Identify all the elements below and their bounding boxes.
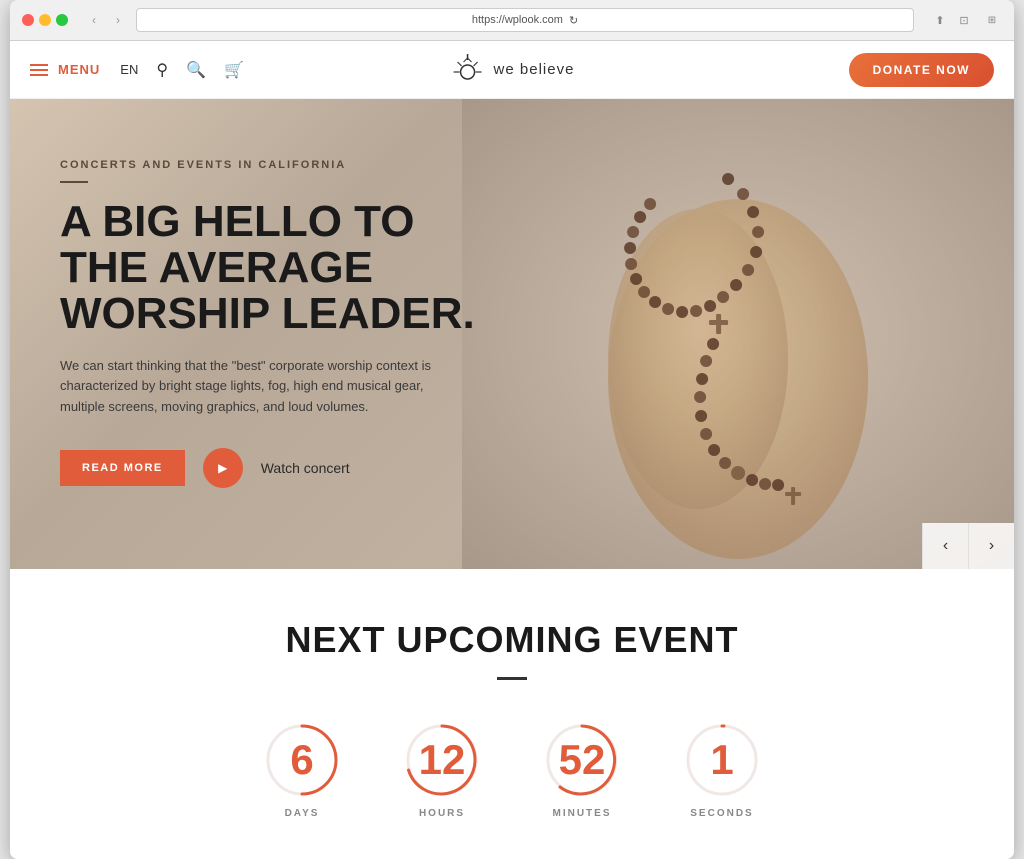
hero-title-line2: THE AVERAGE: [60, 243, 373, 292]
days-ring: 6: [262, 720, 342, 800]
hero-section: CONCERTS AND EVENTS IN CALIFORNIA A BIG …: [10, 99, 1014, 569]
days-value: 6: [290, 739, 313, 781]
hours-value: 12: [419, 739, 466, 781]
hero-divider: [60, 181, 88, 183]
browser-window: ‹ › https://wplook.com ↻ ⬆ ⊡ ⊞ MENU EN ⚲: [10, 0, 1014, 859]
hours-ring: 12: [402, 720, 482, 800]
minutes-label: MINUTES: [553, 808, 612, 819]
seconds-value: 1: [710, 739, 733, 781]
hours-label: HOURS: [419, 808, 465, 819]
countdown: 6 DAYS 12 HOURS: [30, 720, 994, 819]
countdown-minutes: 52 MINUTES: [542, 720, 622, 819]
nav-icons: EN ⚲ 🔍 🛒: [120, 60, 244, 80]
close-button[interactable]: [22, 14, 34, 26]
menu-area: MENU: [30, 62, 100, 77]
hero-subtitle: CONCERTS AND EVENTS IN CALIFORNIA: [60, 159, 530, 171]
url-text: https://wplook.com: [472, 14, 563, 26]
logo-text: we believe: [494, 61, 575, 78]
prev-slide-button[interactable]: ‹: [922, 523, 968, 569]
hamburger-icon[interactable]: [30, 64, 48, 76]
refresh-icon: ↻: [569, 14, 578, 27]
hero-navigation: ‹ ›: [922, 523, 1014, 569]
window-controls[interactable]: ⊞: [982, 10, 1002, 30]
browser-chrome: ‹ › https://wplook.com ↻ ⬆ ⊡ ⊞: [10, 0, 1014, 41]
section-divider: [497, 677, 527, 680]
share-button[interactable]: ⬆: [930, 10, 950, 30]
hero-description: We can start thinking that the "best" co…: [60, 356, 450, 418]
menu-label[interactable]: MENU: [58, 62, 100, 77]
countdown-hours: 12 HOURS: [402, 720, 482, 819]
hero-title: A BIG HELLO TO THE AVERAGE WORSHIP LEADE…: [60, 199, 530, 338]
hero-title-line1: A BIG HELLO TO: [60, 197, 414, 246]
play-button[interactable]: ▶: [203, 448, 243, 488]
days-label: DAYS: [285, 808, 320, 819]
countdown-seconds: 1 SECONDS: [682, 720, 762, 819]
address-bar[interactable]: https://wplook.com ↻: [136, 8, 914, 32]
hero-actions: READ MORE ▶ Watch concert: [60, 448, 530, 488]
hero-title-line3: WORSHIP LEADER.: [60, 289, 475, 338]
language-selector[interactable]: EN: [120, 62, 138, 77]
upcoming-event-section: NEXT UPCOMING EVENT 6 DAYS: [10, 569, 1014, 859]
read-more-button[interactable]: READ MORE: [60, 450, 185, 486]
countdown-days: 6 DAYS: [262, 720, 342, 819]
search-icon[interactable]: 🔍: [186, 60, 206, 80]
bookmark-button[interactable]: ⊡: [954, 10, 974, 30]
navbar: MENU EN ⚲ 🔍 🛒 we believe: [10, 41, 1014, 99]
minimize-button[interactable]: [39, 14, 51, 26]
site-content: MENU EN ⚲ 🔍 🛒 we believe: [10, 41, 1014, 859]
browser-action-buttons: ⬆ ⊡: [930, 10, 974, 30]
cart-icon[interactable]: 🛒: [224, 60, 244, 80]
next-slide-button[interactable]: ›: [968, 523, 1014, 569]
user-icon[interactable]: ⚲: [156, 60, 168, 80]
hero-content: CONCERTS AND EVENTS IN CALIFORNIA A BIG …: [10, 99, 570, 528]
section-title: NEXT UPCOMING EVENT: [30, 619, 994, 661]
browser-nav-buttons: ‹ ›: [84, 10, 128, 30]
logo-area: we believe: [450, 52, 575, 88]
seconds-label: SECONDS: [690, 808, 753, 819]
seconds-ring: 1: [682, 720, 762, 800]
maximize-button[interactable]: [56, 14, 68, 26]
watch-label: Watch concert: [261, 460, 350, 476]
traffic-lights: [22, 14, 68, 26]
donate-button[interactable]: DONATE NOW: [849, 53, 994, 87]
logo-icon: [450, 52, 486, 88]
back-button[interactable]: ‹: [84, 10, 104, 30]
forward-button[interactable]: ›: [108, 10, 128, 30]
minutes-value: 52: [559, 739, 606, 781]
minutes-ring: 52: [542, 720, 622, 800]
